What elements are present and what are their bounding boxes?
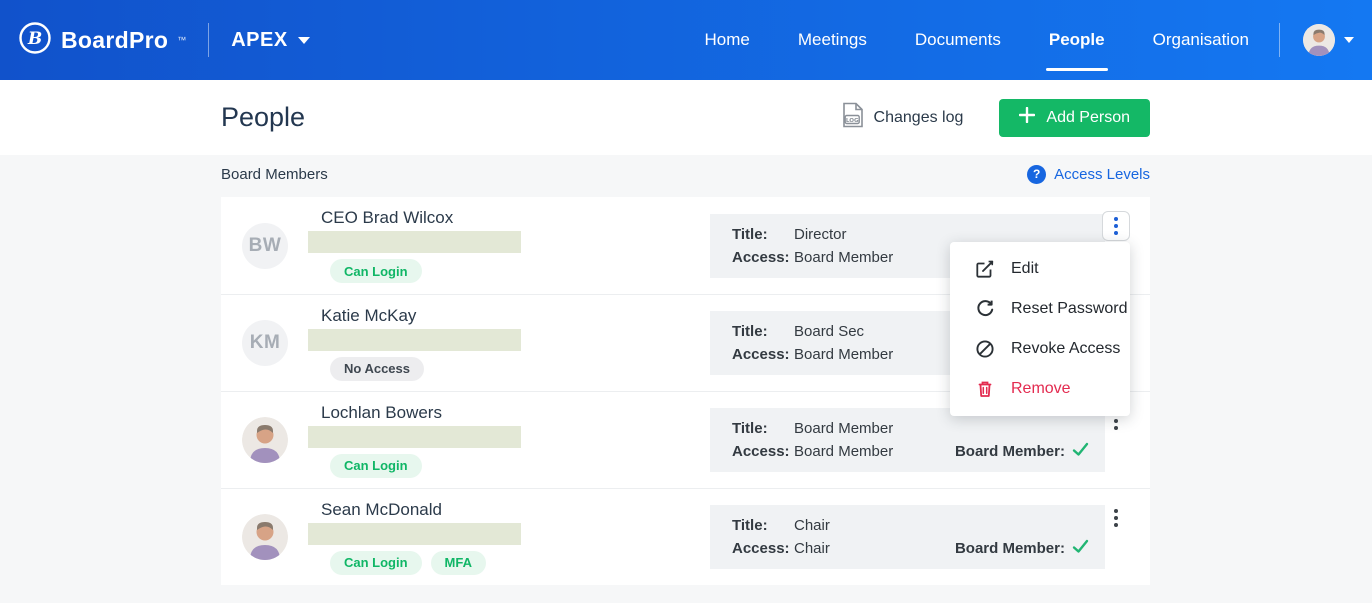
menu-item-label: Reset Password [1011, 300, 1128, 318]
edit-icon [975, 259, 995, 279]
nav-item-meetings[interactable]: Meetings [798, 26, 867, 54]
title-access-box: Title:Board Member Access:Board Member B… [710, 408, 1105, 472]
can-login-badge: Can Login [330, 259, 422, 283]
navbar-divider [1279, 23, 1280, 57]
access-value: Board Member [794, 246, 893, 269]
member-info: CEO Brad Wilcox Can Login [308, 208, 521, 283]
avatar-initials: BW [242, 223, 288, 269]
reset-password-icon [975, 299, 995, 319]
brand-name: BoardPro [61, 27, 168, 54]
section-title: Board Members [221, 166, 328, 183]
menu-item-reset-password[interactable]: Reset Password [950, 289, 1130, 329]
svg-text:LOG: LOG [845, 118, 858, 124]
title-label: Title: [732, 320, 794, 343]
nav-links: Home Meetings Documents People Organisat… [705, 26, 1249, 54]
org-name: APEX [231, 29, 287, 52]
changes-log-button[interactable]: LOG Changes log [842, 102, 964, 133]
page-header: People LOG Changes log [0, 80, 1372, 155]
menu-item-revoke-access[interactable]: Revoke Access [950, 329, 1130, 369]
access-value: Board Member [794, 440, 893, 463]
user-menu[interactable] [1279, 23, 1354, 57]
access-label: Access: [732, 440, 794, 463]
board-member-label: Board Member: [955, 443, 1065, 460]
title-value: Chair [794, 514, 830, 537]
mfa-badge: MFA [431, 551, 486, 575]
title-label: Title: [732, 417, 794, 440]
access-label: Access: [732, 537, 794, 560]
can-login-badge: Can Login [330, 454, 422, 478]
member-name: CEO Brad Wilcox [321, 208, 521, 228]
redacted-email-bar [308, 231, 521, 253]
changes-log-label: Changes log [874, 109, 964, 127]
org-switcher[interactable]: APEX [231, 29, 309, 52]
menu-item-label: Revoke Access [1011, 340, 1120, 358]
title-access-box: Title:Chair Access:Chair Board Member: [710, 505, 1105, 569]
nav-item-people[interactable]: People [1049, 26, 1105, 54]
check-icon [1072, 539, 1089, 558]
boardpro-logo-icon: B [18, 21, 52, 60]
member-info: Lochlan Bowers Can Login [308, 403, 521, 478]
member-info: Sean McDonald Can Login MFA [308, 500, 521, 575]
title-value: Director [794, 223, 847, 246]
navbar-divider [208, 23, 209, 57]
brand-trademark: ™ [177, 35, 186, 45]
menu-item-label: Remove [1011, 380, 1071, 398]
board-members-card: BW CEO Brad Wilcox Can Login Title:Direc… [221, 197, 1150, 585]
page-title: People [221, 102, 305, 133]
redacted-email-bar [308, 426, 521, 448]
check-icon [1072, 442, 1089, 461]
add-person-label: Add Person [1046, 109, 1130, 127]
trash-icon [975, 379, 995, 399]
nav-item-documents[interactable]: Documents [915, 26, 1001, 54]
access-levels-link[interactable]: ? Access Levels [1027, 165, 1150, 184]
title-label: Title: [732, 514, 794, 537]
access-label: Access: [732, 343, 794, 366]
chevron-down-icon [1344, 37, 1354, 43]
redacted-email-bar [308, 523, 521, 545]
svg-text:B: B [27, 29, 42, 49]
row-actions-kebab-menu[interactable] [1102, 211, 1130, 241]
menu-item-remove[interactable]: Remove [950, 369, 1130, 409]
member-info: Katie McKay No Access [308, 306, 521, 381]
section-bar: Board Members ? Access Levels [221, 163, 1150, 185]
member-row-sean-mcdonald: Sean McDonald Can Login MFA Title:Chair … [221, 488, 1150, 585]
title-value: Board Sec [794, 320, 864, 343]
row-actions-kebab-menu[interactable] [1102, 503, 1130, 533]
can-login-badge: Can Login [330, 551, 422, 575]
title-value: Board Member [794, 417, 893, 440]
chevron-down-icon [298, 37, 310, 44]
plus-icon [1019, 107, 1035, 128]
member-name: Lochlan Bowers [321, 403, 521, 423]
log-document-icon: LOG [842, 102, 864, 133]
member-name: Sean McDonald [321, 500, 521, 520]
user-avatar[interactable] [1303, 24, 1335, 56]
access-value: Board Member [794, 343, 893, 366]
menu-item-label: Edit [1011, 260, 1039, 278]
brand-logo[interactable]: B BoardPro ™ [18, 21, 186, 60]
top-navbar: B BoardPro ™ APEX Home Meetings Document… [0, 0, 1372, 80]
menu-item-edit[interactable]: Edit [950, 249, 1130, 289]
row-actions-context-menu: Edit Reset Password Revoke Access [950, 242, 1130, 416]
add-person-button[interactable]: Add Person [999, 99, 1150, 137]
revoke-access-icon [975, 339, 995, 359]
help-question-icon: ? [1027, 165, 1046, 184]
redacted-email-bar [308, 329, 521, 351]
avatar-photo [242, 417, 288, 463]
nav-item-organisation[interactable]: Organisation [1153, 26, 1249, 54]
access-label: Access: [732, 246, 794, 269]
avatar-photo [242, 514, 288, 560]
access-levels-label: Access Levels [1054, 166, 1150, 183]
avatar-initials: KM [242, 320, 288, 366]
board-member-status: Board Member: [955, 442, 1089, 461]
access-value: Chair [794, 537, 830, 560]
board-member-label: Board Member: [955, 540, 1065, 557]
title-label: Title: [732, 223, 794, 246]
board-member-status: Board Member: [955, 539, 1089, 558]
member-name: Katie McKay [321, 306, 521, 326]
no-access-badge: No Access [330, 357, 424, 381]
nav-item-home[interactable]: Home [705, 26, 750, 54]
